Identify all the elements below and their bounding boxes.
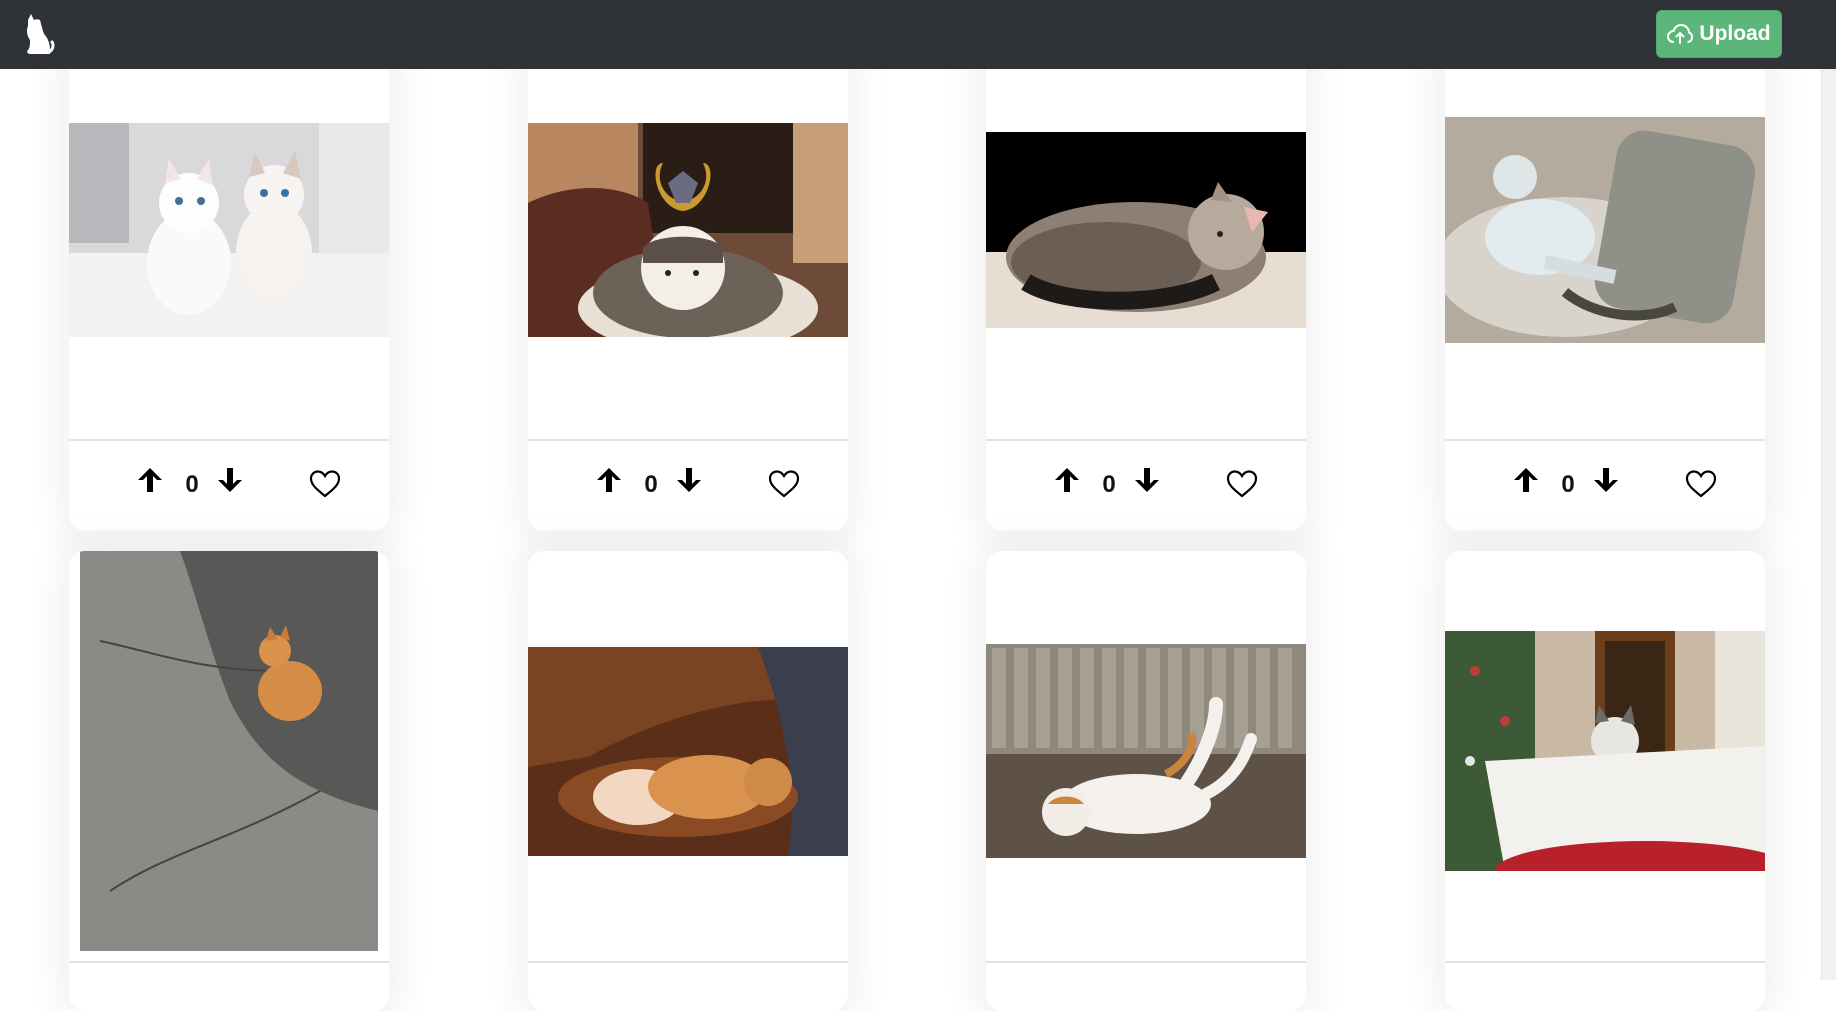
heart-icon[interactable]	[1685, 469, 1717, 499]
arrow-up-icon[interactable]	[594, 465, 624, 495]
card-divider	[528, 961, 848, 963]
cat-logo-icon[interactable]	[22, 12, 56, 56]
card-actions: 0	[69, 453, 389, 531]
card-divider	[986, 961, 1306, 963]
arrow-down-icon[interactable]	[674, 465, 704, 495]
cat-image[interactable]	[1445, 631, 1765, 871]
cat-card: 0	[528, 40, 848, 531]
vote-score: 0	[644, 471, 658, 498]
card-divider	[69, 961, 389, 963]
arrow-up-icon[interactable]	[1052, 465, 1082, 495]
cat-image[interactable]	[986, 644, 1306, 858]
upload-button[interactable]: Upload	[1656, 10, 1782, 58]
cat-image[interactable]	[1445, 117, 1765, 343]
cat-image[interactable]	[80, 551, 378, 951]
card-divider	[69, 439, 389, 441]
cat-card	[986, 551, 1306, 1011]
heart-icon[interactable]	[768, 469, 800, 499]
arrow-down-icon[interactable]	[215, 465, 245, 495]
card-divider	[1445, 439, 1765, 441]
cat-card	[69, 551, 389, 1011]
card-actions: 0	[528, 453, 848, 531]
navbar: Upload	[0, 0, 1836, 69]
card-divider	[528, 439, 848, 441]
page-scrollbar[interactable]	[1821, 69, 1836, 980]
cat-card: 0	[1445, 40, 1765, 531]
cat-card: 0	[986, 40, 1306, 531]
vote-score: 0	[1102, 471, 1116, 498]
card-divider	[986, 439, 1306, 441]
card-actions: 0	[1445, 453, 1765, 531]
cat-image[interactable]	[986, 132, 1306, 328]
card-actions: 0	[986, 453, 1306, 531]
upload-label: Upload	[1699, 22, 1771, 45]
arrow-down-icon[interactable]	[1132, 465, 1162, 495]
heart-icon[interactable]	[1226, 469, 1258, 499]
cat-card	[1445, 551, 1765, 1011]
card-divider	[1445, 961, 1765, 963]
vote-score: 0	[185, 471, 199, 498]
cloud-upload-icon	[1667, 23, 1694, 44]
cat-image[interactable]	[528, 647, 848, 856]
heart-icon[interactable]	[309, 469, 341, 499]
cat-image[interactable]	[528, 123, 848, 337]
cat-card: 0	[69, 40, 389, 531]
cat-image[interactable]	[69, 123, 389, 337]
vote-score: 0	[1561, 471, 1575, 498]
arrow-up-icon[interactable]	[135, 465, 165, 495]
arrow-up-icon[interactable]	[1511, 465, 1541, 495]
cat-card	[528, 551, 848, 1011]
arrow-down-icon[interactable]	[1591, 465, 1621, 495]
